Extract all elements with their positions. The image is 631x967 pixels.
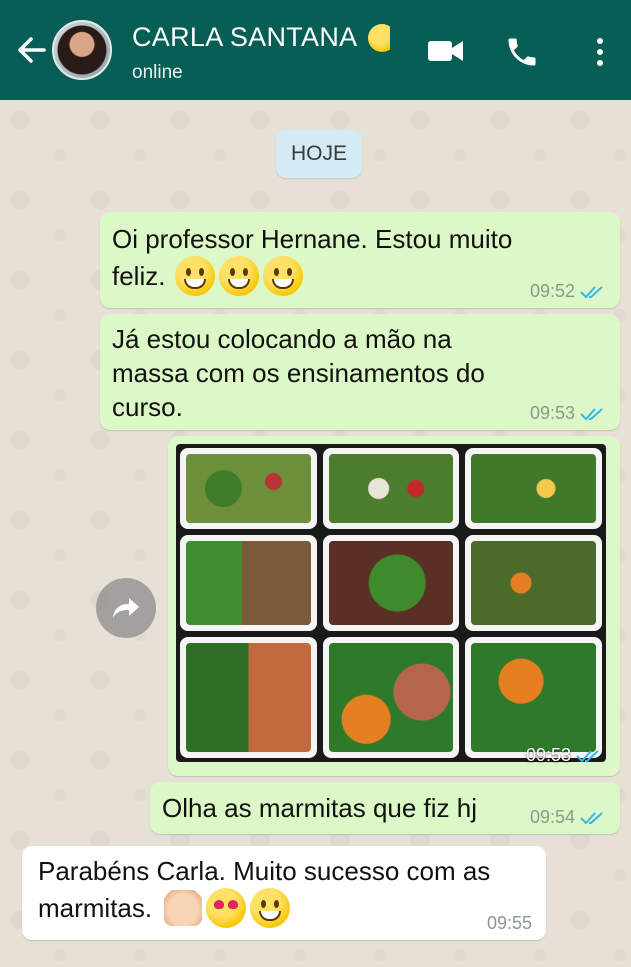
meal-container — [322, 637, 460, 758]
message-time: 09:52 — [529, 281, 575, 301]
grinning-face-icon — [219, 256, 260, 296]
read-ticks-icon — [580, 811, 603, 824]
chat-header: CARLA SANTANA online — [0, 0, 631, 100]
message-text: Oi professor Hernane. Estou muito — [112, 224, 513, 254]
read-ticks-icon — [580, 407, 603, 420]
read-ticks-icon — [576, 749, 599, 762]
message-time: 09:55 — [486, 913, 532, 933]
message-text: curso. — [112, 392, 183, 422]
message-time: 09:53 — [525, 745, 571, 765]
image-message-bubble[interactable]: 09:53 — [168, 436, 620, 776]
voice-call-icon[interactable] — [504, 34, 540, 70]
meal-container — [180, 448, 317, 529]
meal-container — [180, 534, 317, 632]
grinning-face-icon — [250, 888, 291, 928]
contact-status: online — [132, 62, 183, 83]
heart-eyes-face-icon — [206, 888, 247, 928]
meal-container — [322, 534, 460, 632]
message-text: massa com os ensinamentos do — [112, 358, 485, 388]
meal-prep-photo[interactable] — [176, 444, 606, 762]
grinning-face-icon — [175, 256, 216, 296]
message-time: 09:54 — [529, 807, 575, 827]
contact-name[interactable]: CARLA SANTANA — [132, 22, 357, 53]
meal-container — [465, 448, 602, 529]
read-ticks-icon — [580, 285, 603, 298]
winking-face-icon — [368, 24, 390, 52]
video-call-icon[interactable] — [428, 38, 464, 64]
message-bubble-outgoing[interactable]: Olha as marmitas que fiz hj 09:54 — [150, 782, 620, 834]
back-arrow-icon[interactable] — [12, 28, 48, 72]
date-separator: HOJE — [276, 130, 362, 178]
meal-container — [322, 448, 460, 529]
message-bubble-outgoing[interactable]: Oi professor Hernane. Estou muito feliz.… — [100, 212, 620, 308]
message-bubble-outgoing[interactable]: Já estou colocando a mão na massa com os… — [100, 314, 620, 430]
meal-container — [465, 534, 602, 632]
message-time: 09:53 — [529, 403, 575, 423]
message-text: Já estou colocando a mão na — [112, 324, 452, 354]
contact-avatar[interactable] — [52, 20, 112, 80]
more-options-icon[interactable] — [594, 36, 606, 68]
grinning-face-icon — [263, 256, 304, 296]
message-text: Parabéns Carla. Muito sucesso com as — [38, 856, 491, 886]
meal-container — [465, 637, 602, 758]
message-text: feliz. — [112, 261, 166, 291]
message-bubble-incoming[interactable]: Parabéns Carla. Muito sucesso com as mar… — [22, 846, 546, 940]
forward-arrow-icon — [113, 598, 139, 618]
message-text: marmitas. — [38, 893, 153, 923]
meal-container — [180, 637, 317, 758]
forward-button[interactable] — [96, 578, 156, 638]
message-text: Olha as marmitas que fiz hj — [162, 793, 478, 823]
clapping-hands-icon — [164, 890, 203, 926]
